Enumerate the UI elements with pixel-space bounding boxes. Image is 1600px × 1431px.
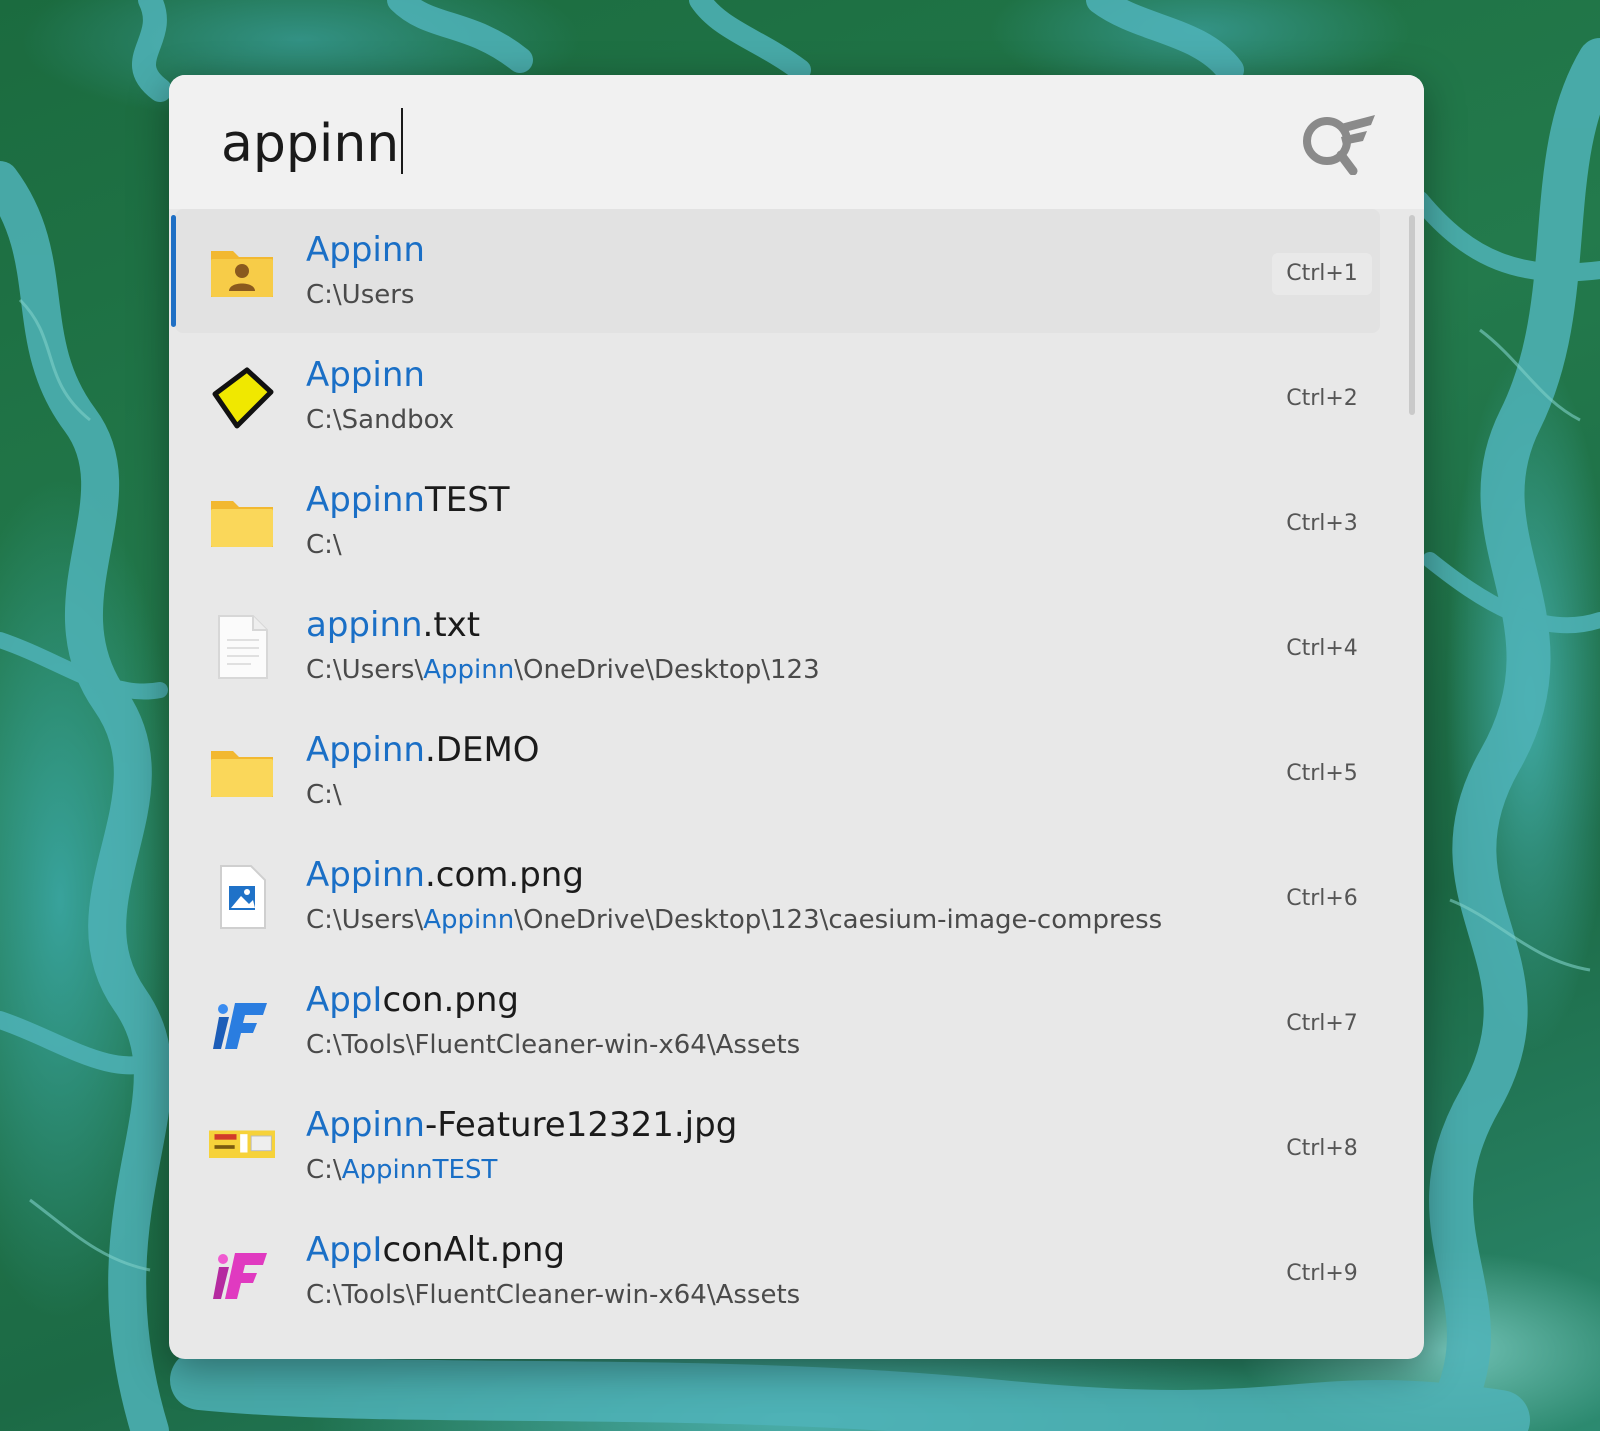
result-title: AppIcon.png <box>306 977 519 1023</box>
path-prefix: C:\ <box>306 530 342 560</box>
result-row[interactable]: Appinn C:\Users Ctrl+1 <box>171 209 1380 333</box>
result-path: C:\Users\Appinn\OneDrive\Desktop\123 <box>306 652 1226 688</box>
title-match-highlight: Appinn <box>306 855 425 895</box>
path-prefix: C:\Tools\FluentCleaner-win-x64\Assets <box>306 1280 801 1310</box>
path-prefix: C:\Sandbox <box>306 405 455 435</box>
title-match-highlight: Appinn <box>306 230 425 270</box>
shortcut-hint: Ctrl+3 <box>1286 511 1358 536</box>
scrollbar-thumb[interactable] <box>1409 215 1415 415</box>
result-title: Appinn <box>306 352 425 398</box>
title-match-highlight: Appinn <box>306 1105 425 1145</box>
title-match-highlight: Appinn <box>306 355 425 395</box>
result-row[interactable]: Appinn.DEMO C:\ Ctrl+5 <box>175 709 1380 833</box>
path-suffix: \OneDrive\Desktop\123 <box>514 655 820 685</box>
result-title: Appinn.com.png <box>306 852 584 898</box>
jpg-thumbnail-icon <box>209 1114 275 1180</box>
path-suffix: \OneDrive\Desktop\123\caesium-image-comp… <box>514 905 1163 935</box>
result-row[interactable]: appinn.txt C:\Users\Appinn\OneDrive\Deskt… <box>175 584 1380 708</box>
result-path: C:\Users <box>306 277 1226 313</box>
result-row[interactable]: Appinn.com.png C:\Users\Appinn\OneDrive\D… <box>175 834 1380 958</box>
title-match-highlight: Appinn <box>306 480 425 520</box>
shortcut-hint: Ctrl+2 <box>1286 386 1358 411</box>
result-row[interactable]: AppinnTEST C:\ Ctrl+3 <box>175 459 1380 583</box>
title-match-highlight: Appinn <box>306 730 425 770</box>
search-query-text: appinn <box>221 114 400 174</box>
result-row[interactable]: Appinn C:\Sandbox Ctrl+2 <box>175 334 1380 458</box>
search-input[interactable]: appinn <box>221 107 404 181</box>
shortcut-hint: Ctrl+8 <box>1286 1136 1358 1161</box>
result-path: C:\Tools\FluentCleaner-win-x64\Assets <box>306 1277 1226 1313</box>
result-path: C:\ <box>306 527 1226 563</box>
title-match-highlight: AppI <box>306 980 383 1020</box>
path-match-highlight: AppinnTEST <box>341 1155 498 1185</box>
shortcut-hint: Ctrl+9 <box>1286 1261 1358 1286</box>
title-match-highlight: appinn <box>306 605 423 645</box>
shortcut-hint: Ctrl+7 <box>1286 1011 1358 1036</box>
result-title: Appinn.DEMO <box>306 727 540 773</box>
title-rest: .com.png <box>424 855 584 895</box>
shortcut-hint: Ctrl+4 <box>1286 636 1358 661</box>
results-list: Appinn C:\Users Ctrl+1 Appinn C:\Sandbox Ctrl… <box>169 209 1424 1359</box>
path-prefix: C:\ <box>306 780 342 810</box>
search-launcher-window: appinn Appinn C:\Users Ctrl+1 Appinn C:\Sand… <box>169 75 1424 1359</box>
image-file-icon <box>209 864 275 930</box>
result-row[interactable]: Appinn-Feature12321.jpg C:\AppinnTEST Ctrl… <box>175 1084 1380 1208</box>
user-folder-icon <box>209 239 275 305</box>
title-rest: con.png <box>382 980 520 1020</box>
result-title: appinn.txt <box>306 602 480 648</box>
folder-icon <box>209 739 275 805</box>
text-caret <box>401 108 404 174</box>
path-prefix: C:\Tools\FluentCleaner-win-x64\Assets <box>306 1030 801 1060</box>
title-rest: conAlt.png <box>382 1230 566 1270</box>
result-path: C:\ <box>306 777 1226 813</box>
path-prefix: C:\Users <box>306 280 415 310</box>
title-rest: .txt <box>422 605 481 645</box>
shortcut-hint: Ctrl+6 <box>1286 886 1358 911</box>
result-title: AppinnTEST <box>306 477 510 523</box>
folder-icon <box>209 489 275 555</box>
path-match-highlight: Appinn <box>423 655 515 685</box>
selection-indicator <box>171 215 176 327</box>
path-prefix: C:\Users\ <box>306 655 424 685</box>
result-title: AppIconAlt.png <box>306 1227 565 1273</box>
fluentcleaner-blue-icon <box>209 989 275 1055</box>
title-rest: TEST <box>424 480 510 520</box>
result-path: C:\Sandbox <box>306 402 1226 438</box>
path-match-highlight: Appinn <box>423 905 515 935</box>
search-bar: appinn <box>169 75 1424 209</box>
shortcut-hint: Ctrl+1 <box>1272 253 1372 295</box>
result-path: C:\AppinnTEST <box>306 1152 1226 1188</box>
title-rest: .DEMO <box>424 730 540 770</box>
sandbox-diamond-icon <box>209 364 275 430</box>
app-logo-search-icon[interactable] <box>1301 111 1379 175</box>
title-match-highlight: AppI <box>306 1230 383 1270</box>
result-path: C:\Tools\FluentCleaner-win-x64\Assets <box>306 1027 1226 1063</box>
result-title: Appinn-Feature12321.jpg <box>306 1102 737 1148</box>
shortcut-hint: Ctrl+5 <box>1286 761 1358 786</box>
path-prefix: C:\Users\ <box>306 905 424 935</box>
fluentcleaner-pink-icon <box>209 1239 275 1305</box>
result-row[interactable]: AppIconAlt.png C:\Tools\FluentCleaner-win… <box>175 1209 1380 1333</box>
text-file-icon <box>209 614 275 680</box>
result-title: Appinn <box>306 227 425 273</box>
path-prefix: C:\ <box>306 1155 342 1185</box>
result-row[interactable]: AppIcon.png C:\Tools\FluentCleaner-win-x6… <box>175 959 1380 1083</box>
result-path: C:\Users\Appinn\OneDrive\Desktop\123\cae… <box>306 902 1226 938</box>
title-rest: -Feature12321.jpg <box>424 1105 738 1145</box>
